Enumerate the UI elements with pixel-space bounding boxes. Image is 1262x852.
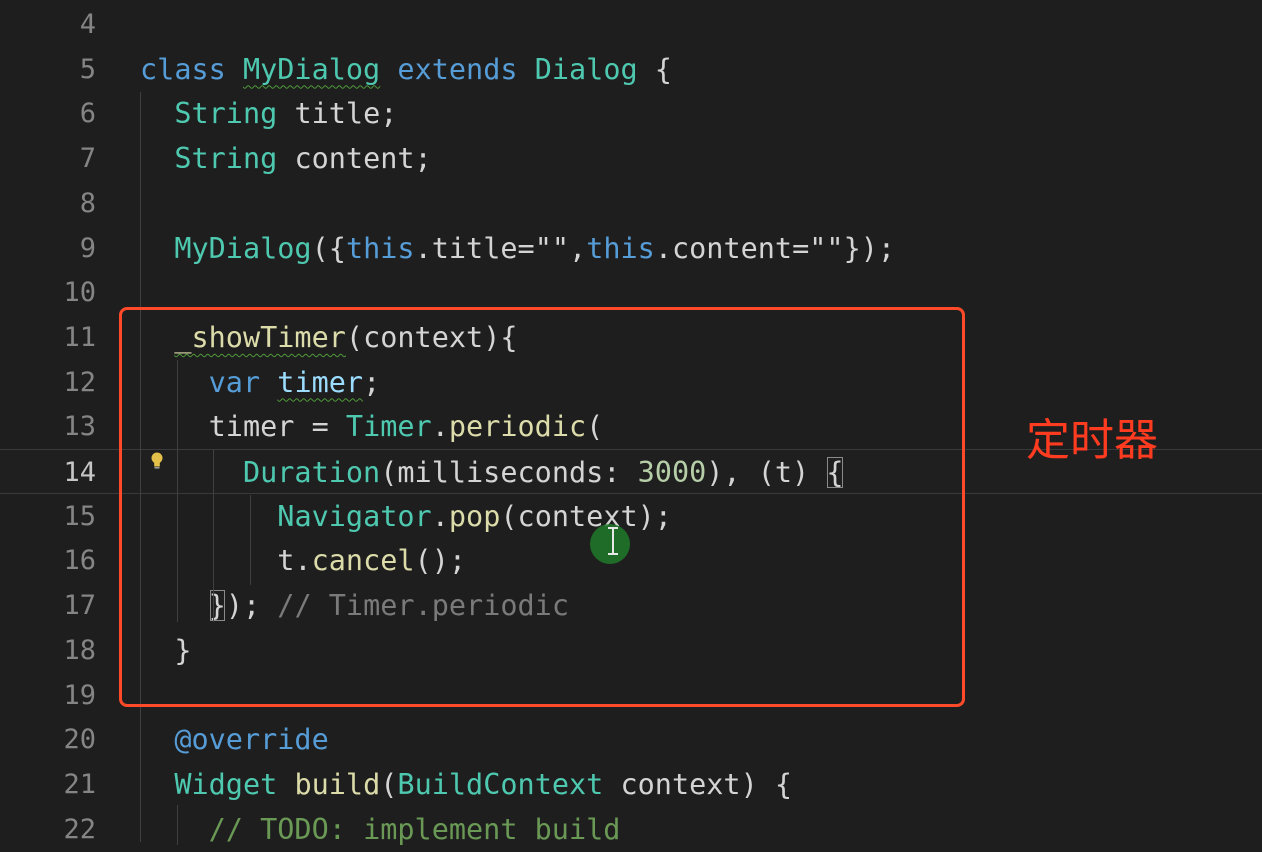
code-line[interactable]: 6 String title; — [0, 91, 1262, 136]
line-number: 18 — [63, 634, 96, 666]
line-number: 5 — [79, 53, 96, 85]
code-token: class — [140, 52, 243, 86]
annotation-label: 定时器 — [1026, 415, 1158, 466]
code-token: .content= — [654, 231, 810, 265]
code-token: extends — [397, 52, 518, 86]
code-token: "" — [809, 231, 844, 265]
code-token: this — [586, 231, 655, 265]
code-token: ({ — [311, 231, 346, 265]
line-number: 21 — [63, 768, 96, 800]
line-number: 14 — [63, 457, 96, 488]
code-text[interactable]: @override — [140, 717, 329, 762]
line-number: 11 — [63, 321, 96, 353]
line-number: 7 — [79, 143, 96, 175]
line-number: 6 — [79, 98, 96, 130]
code-text[interactable]: // TODO: implement build — [140, 807, 621, 852]
code-token: title; — [277, 97, 398, 131]
code-line[interactable]: 22 // TODO: implement build — [0, 807, 1262, 852]
line-number: 12 — [63, 366, 96, 398]
text-cursor-icon — [608, 527, 618, 555]
code-line[interactable]: 5 class MyDialog extends Dialog { — [0, 47, 1262, 92]
line-number: 10 — [63, 277, 96, 309]
line-number: 16 — [63, 545, 96, 577]
code-text[interactable]: Widget build(BuildContext context) { — [140, 762, 792, 807]
code-token: context) { — [603, 767, 793, 801]
code-token: // TODO: implement build — [208, 812, 621, 846]
code-text[interactable]: String content; — [140, 136, 432, 181]
code-token: build — [294, 767, 381, 801]
code-line[interactable]: 7 String content; — [0, 136, 1262, 181]
code-line[interactable]: 9 MyDialog({this.title="",this.content="… — [0, 226, 1262, 271]
code-text[interactable]: class MyDialog extends Dialog { — [140, 47, 672, 92]
code-token: MyDialog — [242, 52, 381, 86]
lightbulb-icon[interactable] — [148, 450, 166, 472]
line-number: 4 — [79, 9, 96, 40]
line-number: 13 — [63, 411, 96, 443]
annotation-highlight-box — [119, 307, 965, 707]
code-token: BuildContext — [397, 767, 604, 801]
code-text[interactable]: String title; — [140, 91, 397, 136]
code-token: "" — [534, 231, 570, 265]
line-number: 20 — [63, 724, 96, 756]
code-token: Dialog — [534, 52, 638, 86]
code-token: ( — [380, 767, 398, 801]
code-line[interactable]: 21 Widget build(BuildContext context) { — [0, 762, 1262, 807]
code-token: .title= — [414, 231, 535, 265]
line-number: 22 — [63, 813, 96, 845]
code-token: MyDialog — [174, 231, 312, 265]
indent-guide — [177, 805, 178, 845]
code-line[interactable]: 4 — [0, 2, 1262, 47]
code-token: String — [174, 142, 278, 176]
code-token: }); — [843, 231, 896, 265]
code-line[interactable]: 8 — [0, 181, 1262, 226]
code-token: , — [569, 231, 587, 265]
line-number: 9 — [79, 232, 96, 264]
code-token: content; — [277, 142, 432, 176]
code-line[interactable]: 20 @override — [0, 717, 1262, 762]
code-token: Widget — [174, 767, 278, 801]
code-token: this — [345, 231, 415, 265]
code-token: String — [174, 97, 278, 131]
code-token: @override — [174, 723, 329, 757]
line-number: 17 — [63, 590, 96, 622]
line-number: 8 — [79, 187, 96, 219]
line-number: 15 — [63, 500, 96, 532]
code-text[interactable]: MyDialog({this.title="",this.content=""}… — [140, 226, 895, 271]
code-token: { — [637, 52, 672, 86]
line-number: 19 — [63, 679, 96, 711]
